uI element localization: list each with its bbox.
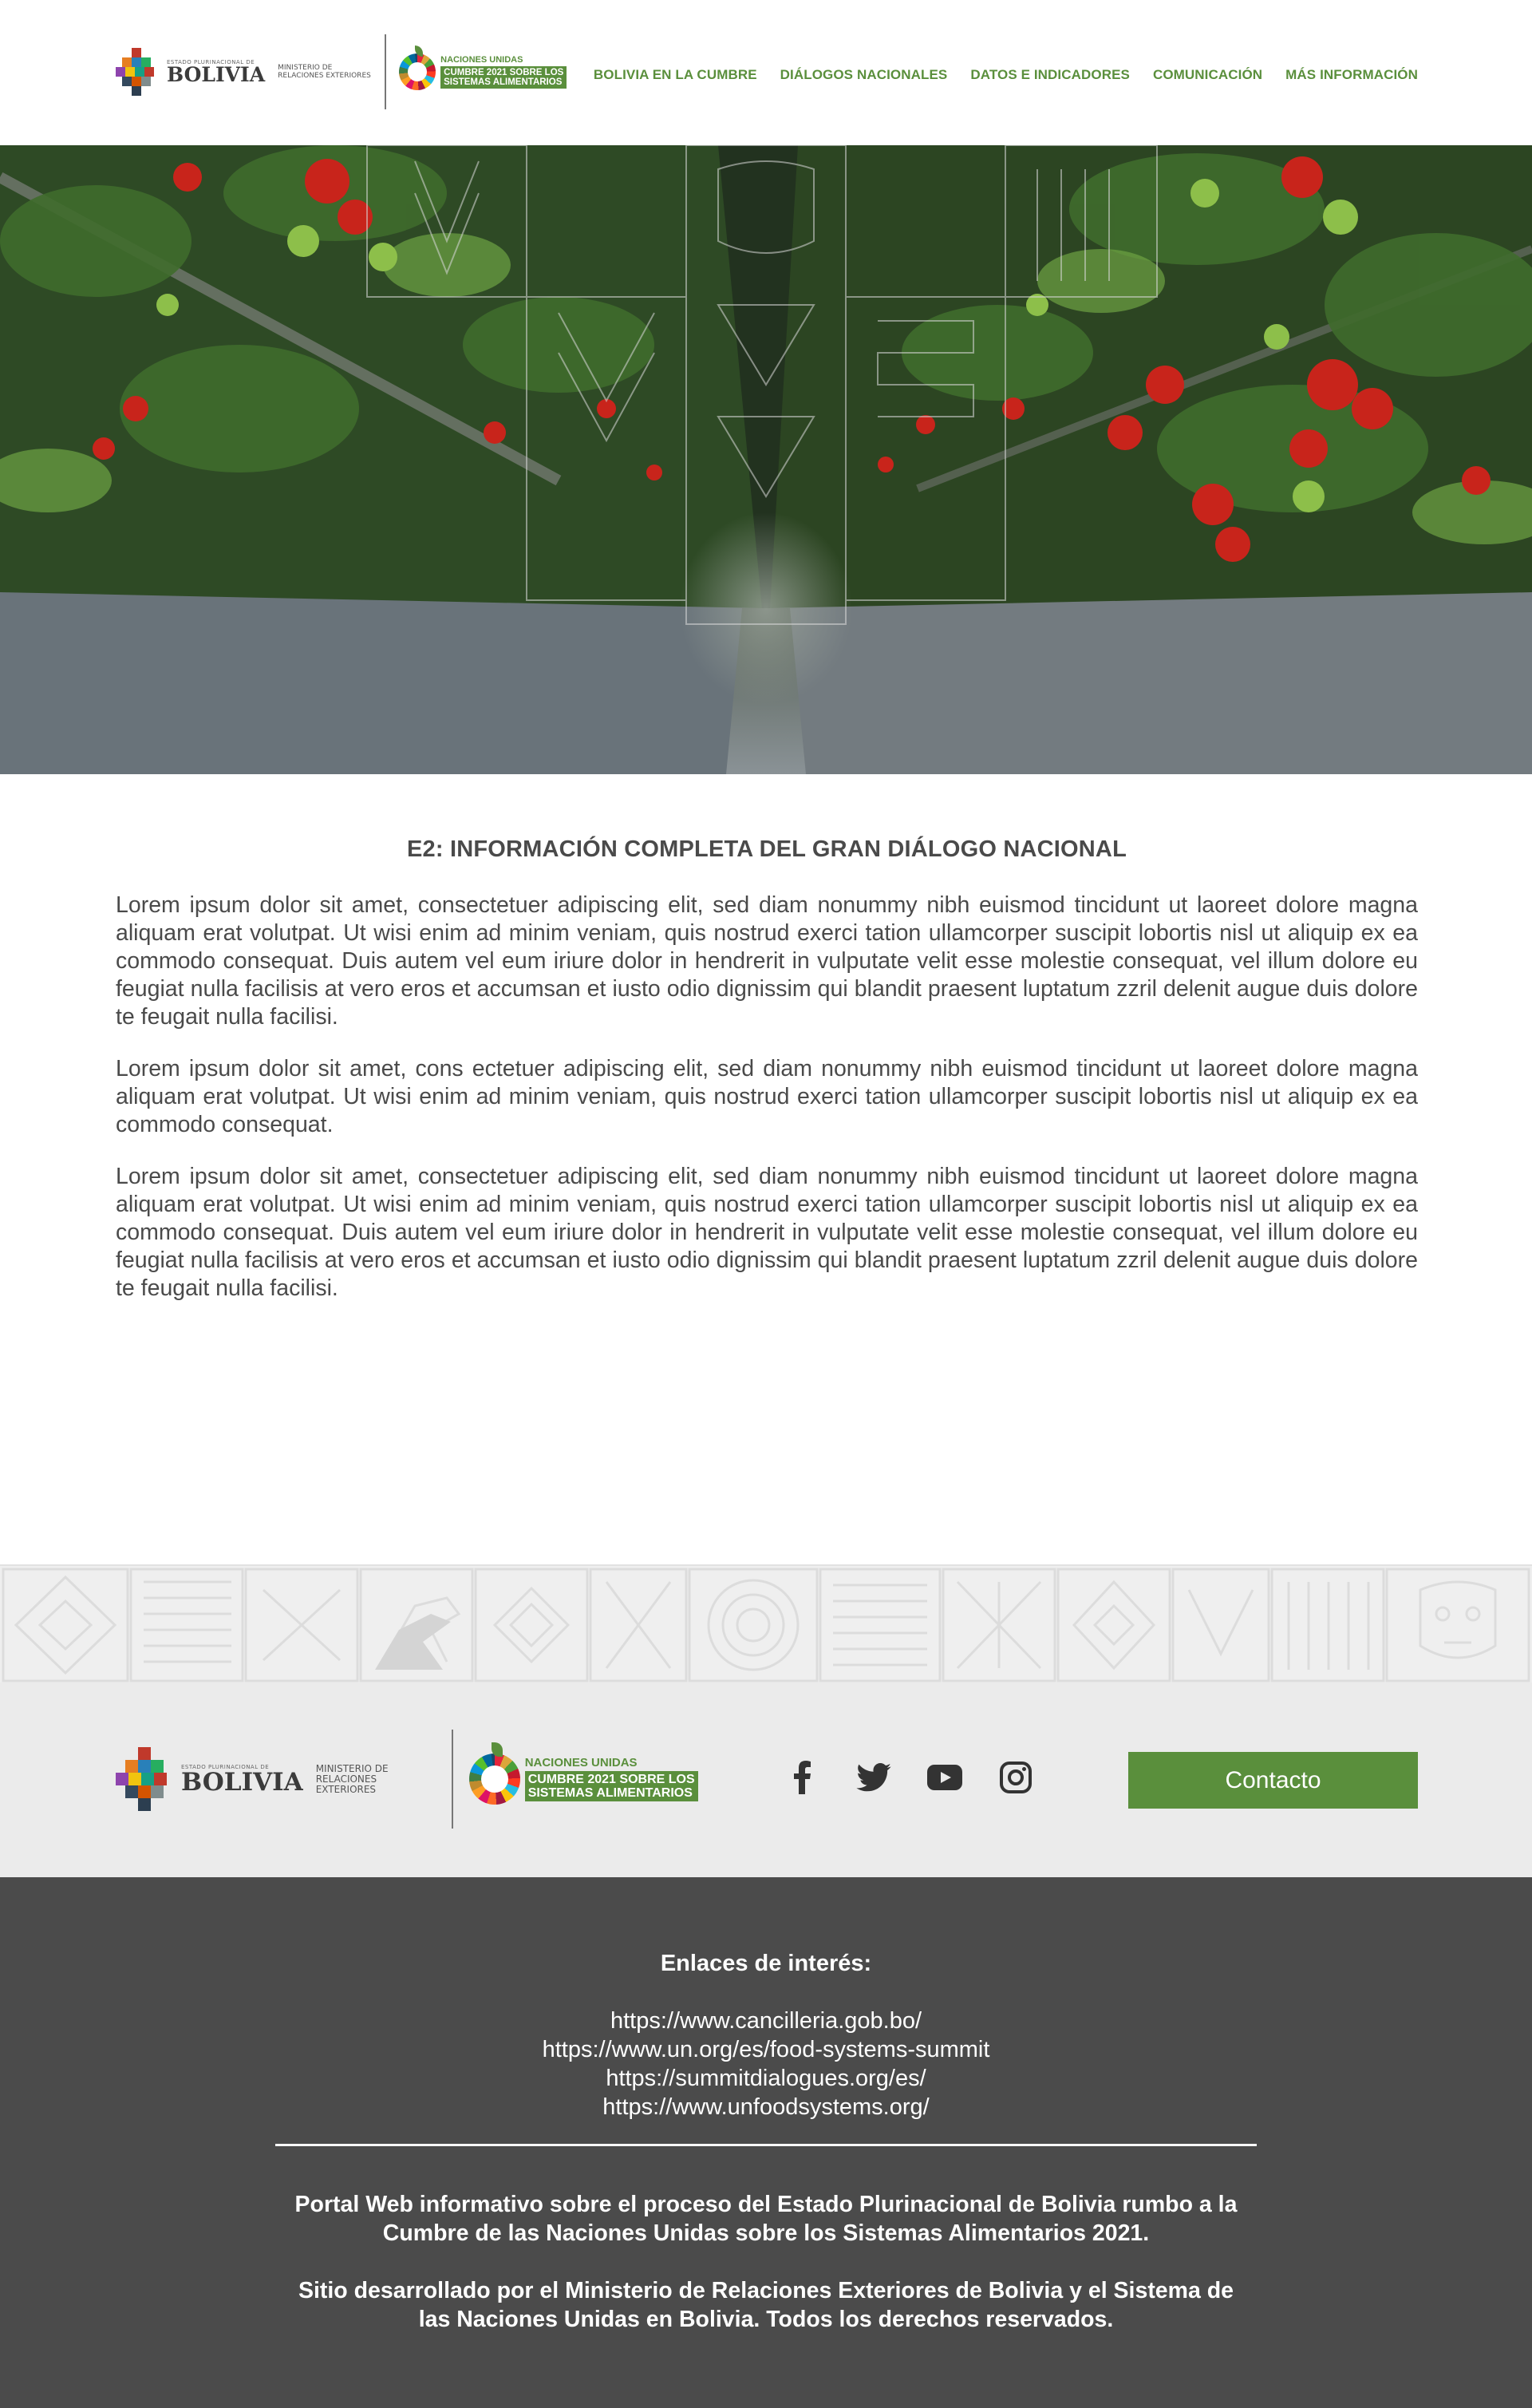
hero-image	[0, 145, 1532, 774]
footer-credits: Sitio desarrollado por el Ministerio de …	[298, 2278, 1234, 2332]
ministry-logo-text: MINISTERIO DE RELACIONES EXTERIORES	[278, 64, 371, 80]
content-paragraph-2: Lorem ipsum dolor sit amet, cons ectetue…	[116, 1056, 1418, 1137]
bolivia-logo-name: BOLIVIA	[181, 1768, 303, 1797]
header-logos[interactable]: ESTADO PLURINACIONAL DE BOLIVIA MINISTER…	[116, 34, 567, 110]
decorative-pattern-band	[0, 1564, 1532, 1682]
nav-bolivia-en-la-cumbre[interactable]: BOLIVIA EN LA CUMBRE	[594, 67, 757, 83]
un-summit-logo: NACIONES UNIDAS CUMBRE 2021 SOBRE LOS SI…	[468, 1742, 698, 1805]
andean-pattern-strip	[2, 1568, 1530, 1682]
nav-dialogos-nacionales[interactable]: DIÁLOGOS NACIONALES	[780, 67, 948, 83]
main-content: E2: INFORMACIÓN COMPLETA DEL GRAN DIÁLOG…	[116, 836, 1418, 1303]
social-links	[784, 1759, 1068, 1796]
nav-datos-e-indicadores[interactable]: DATOS E INDICADORES	[970, 67, 1130, 83]
youtube-icon[interactable]	[926, 1759, 963, 1796]
twitter-icon[interactable]	[855, 1759, 892, 1796]
un-logo-line3: SISTEMAS ALIMENTARIOS	[527, 1786, 693, 1800]
contact-button[interactable]: Contacto	[1128, 1752, 1418, 1809]
content-paragraph-3: Lorem ipsum dolor sit amet, consectetuer…	[116, 1164, 1418, 1301]
link-summit-dialogues[interactable]: https://summitdialogues.org/es/	[0, 2064, 1532, 2093]
site-header: ESTADO PLURINACIONAL DE BOLIVIA MINISTER…	[0, 0, 1532, 145]
un-logo-line1: NACIONES UNIDAS	[524, 1756, 638, 1769]
logo-divider	[385, 34, 387, 109]
link-unfoodsystems[interactable]: https://www.unfoodsystems.org/	[0, 2093, 1532, 2121]
instagram-icon[interactable]	[997, 1759, 1034, 1796]
greenhouse-photo	[0, 145, 1532, 774]
bolivia-logo-name: BOLIVIA	[167, 63, 266, 86]
link-un-food-systems-summit[interactable]: https://www.un.org/es/food-systems-summi…	[0, 2035, 1532, 2064]
footer-divider	[275, 2144, 1257, 2146]
nav-mas-informacion[interactable]: MÁS INFORMACIÓN	[1285, 67, 1418, 83]
footer-logos[interactable]: ESTADO PLURINACIONAL DE BOLIVIA MINISTER…	[116, 1729, 698, 1829]
bolivia-emblem-icon	[116, 48, 157, 96]
un-logo-line1: NACIONES UNIDAS	[440, 55, 523, 65]
nav-comunicacion[interactable]: COMUNICACIÓN	[1153, 67, 1262, 83]
facebook-icon[interactable]	[784, 1759, 821, 1796]
bolivia-emblem-icon	[116, 1747, 172, 1811]
un-logo-line2: CUMBRE 2021 SOBRE LOS	[444, 68, 564, 77]
links-title: Enlaces de interés:	[660, 1951, 872, 1976]
link-cancilleria[interactable]: https://www.cancilleria.gob.bo/	[0, 2007, 1532, 2035]
footer-top: ESTADO PLURINACIONAL DE BOLIVIA MINISTER…	[0, 1682, 1532, 1877]
sdg-wheel-icon	[399, 45, 436, 90]
un-logo-line2: CUMBRE 2021 SOBRE LOS	[527, 1773, 695, 1786]
ministry-logo-text: MINISTERIO DE RELACIONES EXTERIORES	[315, 1762, 389, 1795]
un-logo-line3: SISTEMAS ALIMENTARIOS	[444, 77, 563, 87]
main-nav: BOLIVIA EN LA CUMBRE DIÁLOGOS NACIONALES…	[571, 67, 1418, 83]
page-title: E2: INFORMACIÓN COMPLETA DEL GRAN DIÁLOG…	[406, 836, 1127, 862]
links-list: https://www.cancilleria.gob.bo/ https://…	[0, 2007, 1532, 2121]
footer-bottom: Enlaces de interés: https://www.cancille…	[0, 1877, 1532, 2408]
sdg-wheel-icon	[468, 1742, 520, 1805]
footer-portal-description: Portal Web informativo sobre el proceso …	[294, 2192, 1238, 2246]
content-paragraph-1: Lorem ipsum dolor sit amet, consectetuer…	[116, 892, 1418, 1030]
un-summit-logo: NACIONES UNIDAS CUMBRE 2021 SOBRE LOS SI…	[399, 45, 567, 90]
logo-divider	[451, 1730, 453, 1829]
